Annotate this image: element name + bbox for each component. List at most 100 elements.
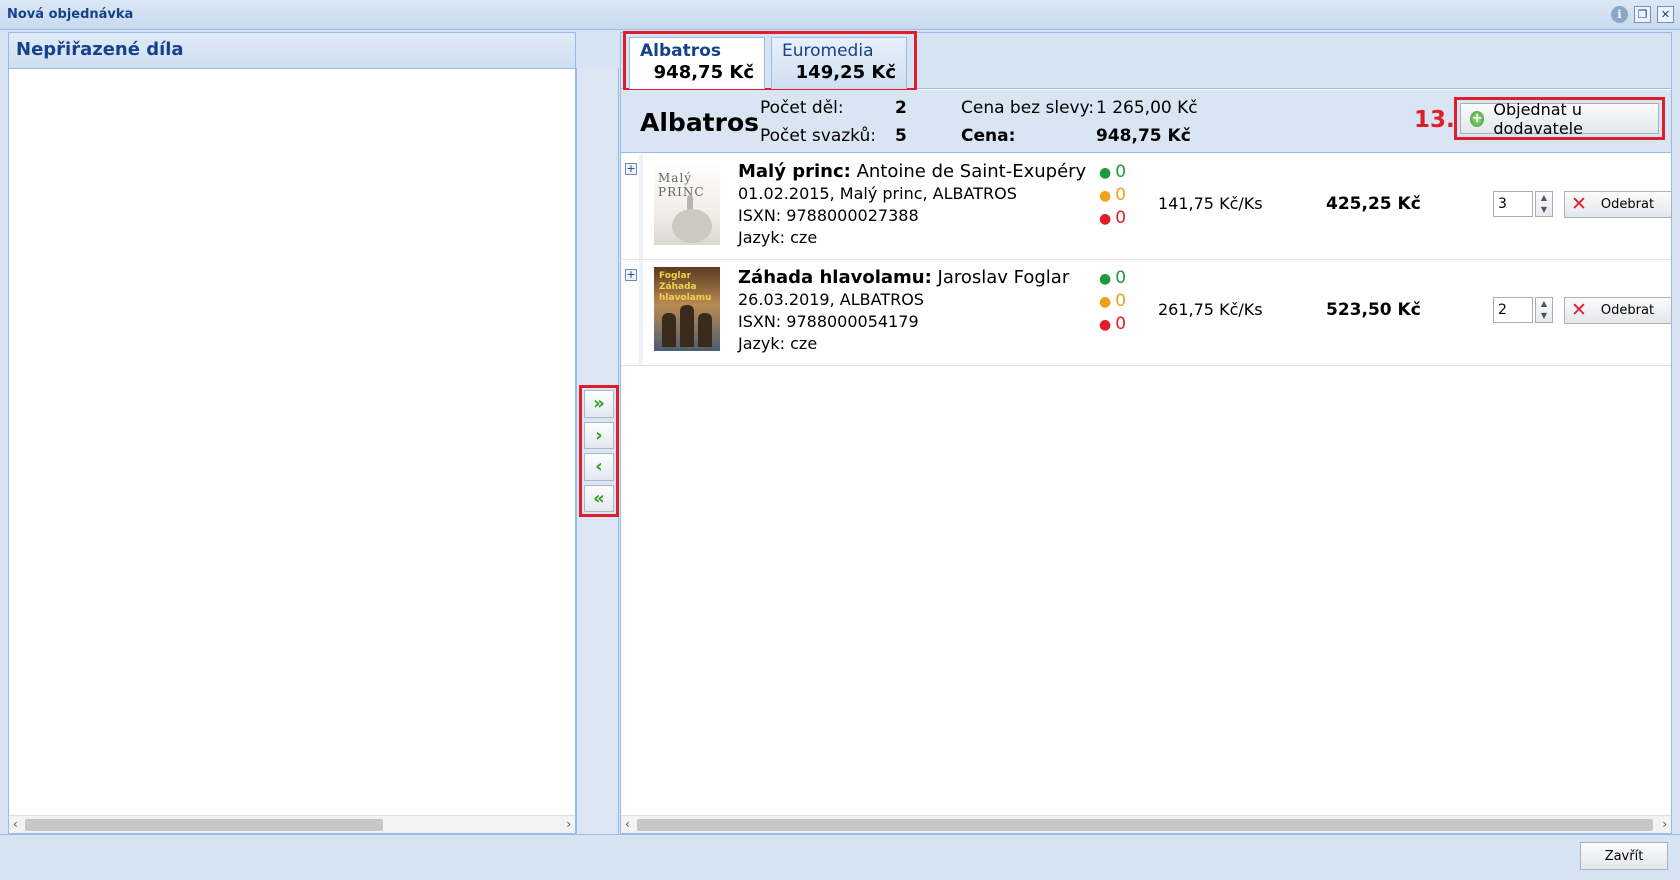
restore-icon[interactable]: ❐: [1634, 6, 1651, 23]
orange-dot-icon: ●: [1099, 188, 1112, 204]
scroll-right-icon[interactable]: ›: [566, 817, 571, 831]
green-dot-icon: ●: [1099, 165, 1112, 181]
move-all-left-button[interactable]: «: [584, 484, 614, 512]
quantity-stepper: ▲▼: [1493, 191, 1555, 217]
cover-title: Foglar Záhada hlavolamu: [659, 271, 712, 303]
item-title: Malý princ:: [738, 161, 851, 182]
item-info: Malý princ: Antoine de Saint-Exupéry 01.…: [738, 161, 1086, 249]
remove-button[interactable]: ✕ Odebrat: [1564, 191, 1672, 218]
quantity-input[interactable]: [1493, 191, 1533, 217]
expand-icon[interactable]: +: [625, 163, 637, 175]
book-cover: Malý PRINC: [654, 161, 720, 245]
quantity-spinner[interactable]: ▲ ▼: [1535, 191, 1553, 217]
green-dot-icon: ●: [1099, 271, 1112, 287]
item-details: 26.03.2019, ALBATROS: [738, 290, 924, 309]
stock-indicators: ● 0 ● 0 ● 0: [1099, 161, 1126, 230]
transfer-buttons: » › ‹ «: [579, 385, 619, 517]
remove-x-icon: ✕: [1571, 193, 1587, 215]
double-chevron-right-icon: »: [593, 393, 605, 415]
price-no-discount-label: Cena bez slevy:: [961, 98, 1095, 118]
price-no-discount-value: 1 265,00 Kč: [1096, 98, 1198, 118]
remove-button-label: Odebrat: [1600, 197, 1655, 212]
quantity-spinner[interactable]: ▲ ▼: [1535, 297, 1553, 323]
move-left-button[interactable]: ‹: [584, 453, 614, 481]
double-chevron-left-icon: «: [593, 487, 605, 509]
spin-down-icon[interactable]: ▼: [1536, 204, 1552, 216]
supplier-tabbar: Albatros 948,75 Kč Euromedia 149,25 Kč: [621, 31, 1671, 91]
scroll-left-icon[interactable]: ‹: [625, 817, 630, 831]
tab-euromedia[interactable]: Euromedia 149,25 Kč: [771, 37, 907, 89]
add-circle-icon: +: [1470, 110, 1485, 127]
unit-price: 261,75 Kč/Ks: [1158, 300, 1263, 319]
stock-orange: 0: [1115, 291, 1127, 311]
spin-up-icon[interactable]: ▲: [1536, 298, 1552, 310]
stock-green: 0: [1115, 162, 1127, 182]
item-author: Antoine de Saint-Exupéry: [856, 161, 1087, 182]
orange-dot-icon: ●: [1099, 294, 1112, 310]
expand-icon[interactable]: +: [625, 269, 637, 281]
chevron-left-icon: ‹: [595, 456, 603, 478]
cover-figure: [680, 305, 694, 347]
move-all-right-button[interactable]: »: [584, 390, 614, 418]
order-from-supplier-button[interactable]: + Objednat u dodavatele: [1460, 100, 1659, 138]
item-language: Jazyk: cze: [738, 334, 818, 353]
cover-figure: [698, 313, 712, 347]
spin-down-icon[interactable]: ▼: [1536, 310, 1552, 322]
book-cover: Foglar Záhada hlavolamu: [654, 267, 720, 351]
scrollbar-thumb[interactable]: [637, 819, 1653, 831]
remove-x-icon: ✕: [1571, 299, 1587, 321]
scroll-right-icon[interactable]: ›: [1662, 817, 1667, 831]
left-horizontal-scrollbar[interactable]: ‹ ›: [9, 815, 575, 833]
item-language: Jazyk: cze: [738, 228, 818, 247]
cover-figure: [662, 313, 676, 347]
item-details: 01.02.2015, Malý princ, ALBATROS: [738, 184, 1017, 203]
tab-albatros[interactable]: Albatros 948,75 Kč: [629, 37, 765, 89]
item-author: Jaroslav Foglar: [937, 267, 1070, 288]
item-isxn: ISXN: 9788000027388: [738, 206, 919, 225]
tab-amount: 948,75 Kč: [653, 62, 754, 83]
volumes-count-value: 5: [895, 126, 907, 146]
window-tools: i ❐ ✕: [1611, 6, 1674, 23]
red-dot-icon: ●: [1099, 317, 1112, 333]
item-info: Záhada hlavolamu: Jaroslav Foglar 26.03.…: [738, 267, 1069, 355]
close-icon[interactable]: ✕: [1657, 6, 1674, 23]
price-label: Cena:: [961, 126, 1016, 146]
stock-green: 0: [1115, 268, 1127, 288]
order-button-highlight: + Objednat u dodavatele: [1454, 97, 1665, 140]
step-number: 13.: [1414, 107, 1455, 133]
supplier-name: Albatros: [640, 108, 760, 137]
row-gutter: [639, 260, 643, 365]
item-total: 523,50 Kč: [1326, 300, 1421, 320]
close-button[interactable]: Zavřít: [1580, 842, 1668, 870]
chevron-right-icon: ›: [595, 424, 603, 446]
unassigned-panel-title: Nepřiřazené díla: [9, 33, 575, 69]
cover-planet: [672, 209, 712, 243]
unassigned-panel: Nepřiřazené díla ‹ ›: [8, 32, 576, 834]
remove-button[interactable]: ✕ Odebrat: [1564, 297, 1672, 324]
unit-price: 141,75 Kč/Ks: [1158, 194, 1263, 213]
stock-red: 0: [1115, 314, 1127, 334]
right-horizontal-scrollbar[interactable]: ‹ ›: [621, 815, 1671, 833]
tab-amount: 149,25 Kč: [795, 62, 896, 83]
info-icon[interactable]: i: [1611, 6, 1628, 23]
item-title: Záhada hlavolamu:: [738, 267, 932, 288]
order-summary: Albatros Počet děl: 2 Počet svazků: 5 Ce…: [621, 90, 1671, 153]
red-dot-icon: ●: [1099, 211, 1112, 227]
tab-label: Albatros: [640, 41, 721, 61]
window-footer: Zavřít: [0, 834, 1680, 880]
window-header: Nová objednávka i ❐ ✕: [0, 0, 1680, 30]
window-title: Nová objednávka: [7, 7, 134, 22]
supplier-tabs-highlight: Albatros 948,75 Kč Euromedia 149,25 Kč: [623, 31, 917, 91]
spin-up-icon[interactable]: ▲: [1536, 192, 1552, 204]
order-items: + Malý PRINC Malý princ: Antoine de Sain…: [621, 154, 1672, 366]
scroll-left-icon[interactable]: ‹: [13, 817, 18, 831]
works-count-value: 2: [895, 98, 907, 118]
row-gutter: [639, 154, 643, 259]
price-value: 948,75 Kč: [1096, 126, 1191, 146]
quantity-input[interactable]: [1493, 297, 1533, 323]
move-right-button[interactable]: ›: [584, 421, 614, 449]
stock-indicators: ● 0 ● 0 ● 0: [1099, 267, 1126, 336]
table-row: + Foglar Záhada hlavolamu Záhada hlavola…: [621, 260, 1672, 366]
scrollbar-thumb[interactable]: [25, 819, 383, 831]
stock-orange: 0: [1115, 185, 1127, 205]
